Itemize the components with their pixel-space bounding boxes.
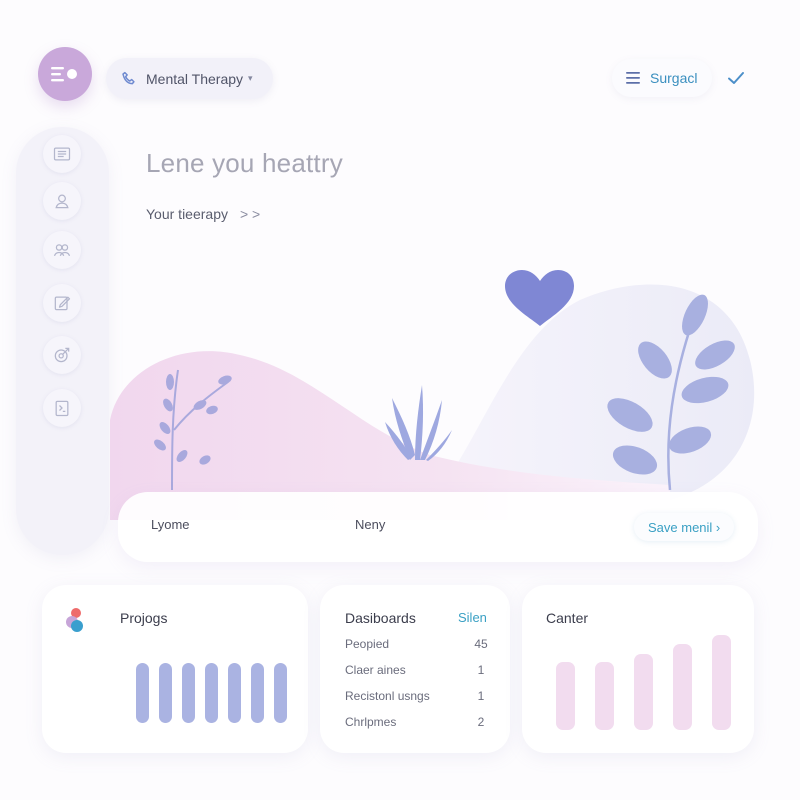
document-icon — [55, 400, 69, 417]
projects-bar — [136, 663, 149, 723]
projects-icon — [66, 608, 83, 632]
projects-bar — [251, 663, 264, 723]
sidebar-item-community[interactable] — [43, 231, 81, 269]
projects-bar — [182, 663, 195, 723]
chevron-down-icon: ▾ — [248, 73, 253, 83]
projects-bar — [274, 663, 287, 723]
projects-bar — [228, 663, 241, 723]
service-selector[interactable]: Mental Therapy ▾ — [106, 58, 273, 99]
group-icon — [53, 244, 71, 257]
dashboards-action-link[interactable]: Silen — [458, 610, 487, 625]
menu-dot-icon — [51, 67, 77, 82]
projects-bar — [205, 663, 218, 723]
list-item: Chrlpmes 2 — [345, 715, 495, 729]
dashboards-card: Dasiboards Silen Peopied 45 Claer aines … — [320, 585, 510, 753]
list-item: Recistonl usngs 1 — [345, 689, 495, 703]
center-bar — [556, 662, 575, 730]
projects-bar — [159, 663, 172, 723]
user-icon — [55, 194, 69, 209]
center-bar — [712, 635, 731, 730]
right-action-label: Surgacl — [650, 70, 698, 86]
center-bars — [556, 635, 736, 730]
row-label: Recistonl usngs — [345, 689, 430, 703]
right-action-button[interactable]: Surgacl — [612, 59, 712, 97]
row-value: 2 — [477, 715, 485, 729]
edit-icon — [54, 296, 71, 311]
projects-bars — [136, 663, 292, 723]
therapy-link[interactable]: Your tieerapy > > — [146, 206, 260, 222]
row-label: Peopied — [345, 637, 390, 651]
row-value: 1 — [477, 689, 485, 703]
row-label: Claer aines — [345, 663, 406, 677]
center-bar — [634, 654, 653, 730]
chevron-right-icon: > > — [239, 206, 261, 222]
target-icon — [54, 347, 70, 363]
center-bar — [595, 662, 614, 730]
info-strip: Lyome Neny Save menil › — [118, 492, 758, 562]
sidebar-item-journal[interactable] — [43, 284, 81, 322]
app-logo-button[interactable] — [38, 47, 92, 101]
row-value: 45 — [474, 637, 488, 651]
sidebar — [16, 127, 109, 555]
dashboards-title: Dasiboards — [345, 610, 416, 626]
sidebar-item-profile[interactable] — [43, 182, 81, 220]
center-bar — [673, 644, 692, 730]
confirm-button[interactable] — [722, 64, 750, 92]
save-button[interactable]: Save menil › — [634, 513, 735, 541]
list-item: Claer aines 1 — [345, 663, 495, 677]
service-label: Mental Therapy — [146, 70, 244, 87]
sidebar-item-progress[interactable] — [43, 336, 81, 374]
sidebar-item-dashboard[interactable] — [43, 135, 81, 173]
check-icon — [728, 72, 744, 84]
page-title: Lene you heattry — [146, 148, 343, 178]
projects-title: Projogs — [120, 610, 168, 626]
sidebar-item-reports[interactable] — [43, 389, 81, 427]
info-left-text: Lyome — [151, 517, 190, 532]
center-title: Canter — [546, 610, 589, 626]
center-card: Canter — [522, 585, 754, 753]
list-item: Peopied 45 — [345, 637, 495, 651]
row-label: Chrlpmes — [345, 715, 397, 729]
list-card-icon — [53, 147, 71, 161]
phone-icon — [122, 71, 135, 84]
therapy-link-label: Your tieerapy — [146, 206, 228, 222]
projects-card: Projogs — [42, 585, 308, 753]
row-value: 1 — [477, 663, 485, 677]
info-middle-text: Neny — [355, 517, 386, 532]
list-icon — [626, 72, 640, 84]
